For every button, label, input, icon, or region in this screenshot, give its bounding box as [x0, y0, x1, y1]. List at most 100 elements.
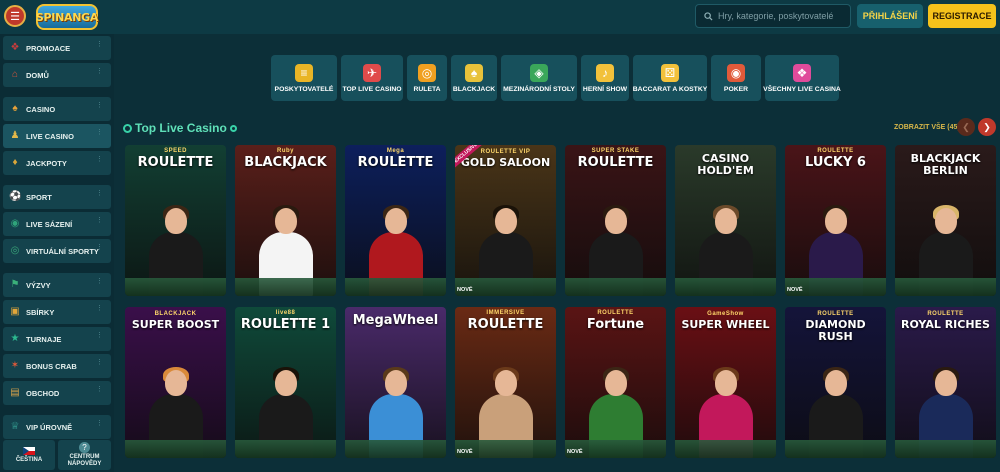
category-mezinárodní-stoly[interactable]: ◈ MEZINÁRODNÍ STOLY [501, 55, 577, 101]
game-tile[interactable]: ROULETTE VIP GOLD SALOON NOVÉ EXCLUSIVE [455, 145, 556, 296]
sidebar-item-jackpoty[interactable]: ♦ JACKPOTY ⋮ [3, 151, 111, 175]
game-title: ROULETTE [137, 155, 214, 170]
sidebar-item-bonus-crab[interactable]: ✶ BONUS CRAB ⋮ [3, 354, 111, 378]
logo-text: SPINANGA [35, 10, 99, 24]
game-tile[interactable]: MegaWheel [345, 307, 446, 458]
more-dots-icon: ⋮ [96, 386, 103, 393]
game-subtitle: GameShow [707, 311, 744, 317]
sidebar-item-turnaje[interactable]: ★ TURNAJE ⋮ [3, 327, 111, 351]
game-tile[interactable]: ROULETTE Fortune NOVÉ [565, 307, 666, 458]
game-tile[interactable]: ROULETTE LUCKY 6 NOVÉ [785, 145, 886, 296]
game-table [345, 278, 446, 296]
game-subtitle: ROULETTE [817, 148, 854, 154]
tournament-icon: ★ [10, 333, 20, 344]
category-label: HERNÍ SHOW [582, 85, 628, 93]
sidebar-item-label: JACKPOTY [26, 158, 67, 168]
category-baccarat-a-kostky[interactable]: ⚄ BACCARAT A KOSTKY [633, 55, 707, 101]
section-title: Top Live Casino [135, 121, 227, 135]
next-arrow-icon[interactable]: ❯ [978, 118, 996, 136]
sidebar-item-výzvy[interactable]: ⚑ VÝZVY ⋮ [3, 273, 111, 297]
sidebar-item-live-casino[interactable]: ♟ LIVE CASINO ⋮ [3, 124, 111, 148]
help-center-button[interactable]: ? CENTRUM NÁPOVĚDY [58, 440, 111, 470]
game-subtitle: IMMERSIVE [486, 310, 525, 316]
game-title: DIAMOND RUSH [805, 318, 866, 343]
game-table [895, 440, 996, 458]
game-table [235, 278, 336, 296]
home-icon: ⌂ [11, 69, 19, 80]
site-logo[interactable]: SPINANGA [36, 4, 98, 30]
category-ruleta[interactable]: ◎ RULETA [407, 55, 447, 101]
more-dots-icon: ⋮ [96, 156, 103, 163]
sidebar-item-label: PROMOACE [26, 43, 71, 53]
search-input[interactable] [718, 11, 848, 21]
game-tile[interactable]: Ruby BLACKJACK [235, 145, 336, 296]
category-label: RULETA [413, 85, 441, 93]
category-label: POKER [723, 85, 749, 93]
game-tile[interactable]: live88 ROULETTE 1 [235, 307, 336, 458]
gift-icon: ❖ [10, 42, 20, 53]
game-table [565, 278, 666, 296]
live-icon [123, 123, 132, 133]
sidebar-item-promoace[interactable]: ❖ PROMOACE ⋮ [3, 36, 111, 60]
game-table [125, 278, 226, 296]
more-dots-icon: ⋮ [96, 244, 103, 251]
category-poker[interactable]: ◉ POKER [711, 55, 761, 101]
sidebar-item-label: SBÍRKY [26, 307, 55, 317]
login-button[interactable]: PŘIHLÁŠENÍ [857, 4, 923, 28]
search-box[interactable] [695, 4, 851, 28]
game-subtitle: Mega [386, 148, 405, 154]
game-tile[interactable]: IMMERSIVE ROULETTE NOVÉ [455, 307, 556, 458]
sidebar-item-obchod[interactable]: ▤ OBCHOD ⋮ [3, 381, 111, 405]
game-tile[interactable]: SPEED ROULETTE [125, 145, 226, 296]
search-icon [704, 11, 713, 21]
show-all-link[interactable]: ZOBRAZIT VŠE (45) [894, 124, 960, 131]
prev-arrow-icon[interactable]: ❮ [957, 118, 975, 136]
sidebar-item-virtuální-sporty[interactable]: ◎ VIRTUÁLNÍ SPORTY ⋮ [3, 239, 111, 263]
sidebar-item-sbírky[interactable]: ▣ SBÍRKY ⋮ [3, 300, 111, 324]
register-button[interactable]: REGISTRACE [928, 4, 996, 28]
game-tile[interactable]: BLACKJACK SUPER BOOST [125, 307, 226, 458]
all-games-icon: ❖ [793, 63, 811, 82]
category-top-live-casino[interactable]: ✈ TOP LIVE CASINO [341, 55, 403, 101]
menu-toggle-icon[interactable]: ☰ [4, 5, 26, 27]
sidebar-item-casino[interactable]: ♠ CASINO ⋮ [3, 97, 111, 121]
category-label: POSKYTOVATELÉ [274, 85, 334, 93]
more-dots-icon: ⋮ [96, 278, 103, 285]
language-selector[interactable]: ČEŠTINA [3, 440, 55, 470]
category-blackjack[interactable]: ♠ BLACKJACK [451, 55, 497, 101]
live-icon-end [229, 124, 237, 132]
collections-icon: ▣ [10, 306, 20, 317]
game-table [125, 440, 226, 458]
category-poskytovatelé[interactable]: ≡ POSKYTOVATELÉ [271, 55, 337, 101]
category-herní-show[interactable]: ♪ HERNÍ SHOW [581, 55, 629, 101]
sidebar-item-label: LIVE SÁZENÍ [26, 219, 73, 229]
game-title: MegaWheel [352, 313, 439, 328]
game-tile[interactable]: ROULETTE ROYAL RICHES [895, 307, 996, 458]
more-dots-icon: ⋮ [96, 102, 103, 109]
game-subtitle: SPEED [164, 148, 187, 154]
sidebar-item-vip-úrovně[interactable]: ♕ VIP ÚROVNĚ ⋮ [3, 415, 111, 439]
game-tile[interactable]: Mega ROULETTE [345, 145, 446, 296]
category-všechny-live-casina[interactable]: ❖ VŠECHNY LIVE CASINA [763, 55, 841, 101]
globe-cards-icon: ◈ [530, 63, 548, 82]
sidebar-item-label: SPORT [26, 192, 52, 202]
microphone-icon: ♪ [596, 63, 614, 82]
crab-icon: ✶ [10, 360, 20, 371]
category-bar: ≡ POSKYTOVATELÉ ✈ TOP LIVE CASINO ◎ RULETA ♠ BL… [271, 55, 841, 101]
sidebar-item-label: LIVE CASINO [26, 131, 74, 141]
sidebar-item-sport[interactable]: ⚽ SPORT ⋮ [3, 185, 111, 209]
game-subtitle: live88 [275, 310, 296, 316]
soccer-ball-icon: ⚽ [9, 191, 22, 202]
game-tile[interactable]: BLACKJACK BERLIN [895, 145, 996, 296]
sidebar-item-label: VÝZVY [26, 280, 51, 290]
shop-icon: ▤ [10, 387, 20, 398]
game-tile[interactable]: SUPER STAKE ROULETTE [565, 145, 666, 296]
sidebar-item-live-sázení[interactable]: ◉ LIVE SÁZENÍ ⋮ [3, 212, 111, 236]
game-tile[interactable]: ROULETTE DIAMOND RUSH [785, 307, 886, 458]
game-table [895, 278, 996, 296]
game-tile[interactable]: CASINO HOLD'EM [675, 145, 776, 296]
sidebar-item-domů[interactable]: ⌂ DOMŮ ⋮ [3, 63, 111, 87]
game-tile[interactable]: GameShow SUPER WHEEL [675, 307, 776, 458]
help-label-1: CENTRUM [69, 454, 100, 460]
game-title: ROYAL RICHES [901, 318, 990, 331]
